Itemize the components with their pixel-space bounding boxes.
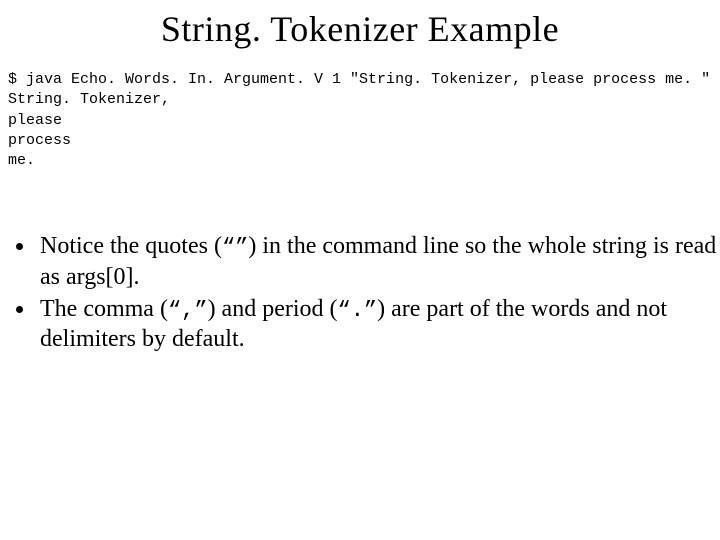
slide: String. Tokenizer Example $ java Echo. W… xyxy=(0,0,720,540)
bullet-item-2: The comma (“,”) and period (“.”) are par… xyxy=(36,294,720,355)
code-example: $ java Echo. Words. In. Argument. V 1 "S… xyxy=(0,70,720,171)
bullet-item-1: Notice the quotes (“”) in the command li… xyxy=(36,231,720,292)
bullet-2-sym1: “,” xyxy=(168,298,208,323)
bullet-2-mid: ) and period ( xyxy=(208,296,338,322)
code-line-4: process xyxy=(8,132,71,149)
bullet-1-pre: Notice the quotes ( xyxy=(40,233,222,259)
page-title: String. Tokenizer Example xyxy=(0,0,720,70)
bullet-2-sym2: “.” xyxy=(338,298,378,323)
code-line-2: String. Tokenizer, xyxy=(8,91,170,108)
bullet-1-sym: “” xyxy=(222,235,248,260)
code-line-5: me. xyxy=(8,152,35,169)
bullet-list: Notice the quotes (“”) in the command li… xyxy=(0,231,720,354)
code-line-1: $ java Echo. Words. In. Argument. V 1 "S… xyxy=(8,71,710,88)
code-line-3: please xyxy=(8,112,62,129)
bullet-2-pre: The comma ( xyxy=(40,296,168,322)
